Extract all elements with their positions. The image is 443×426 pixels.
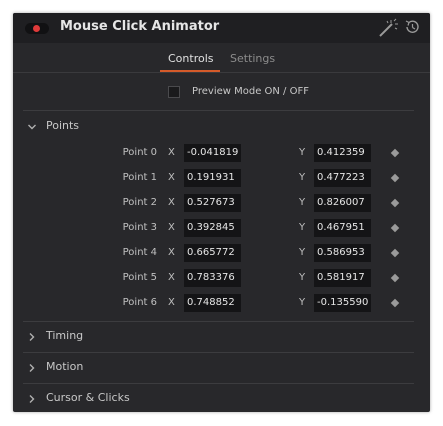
tab-bar: Controls Settings: [13, 47, 430, 73]
point-y-input[interactable]: 0.477223: [314, 169, 371, 187]
y-axis-label: Y: [299, 247, 306, 258]
point-label: Point 1: [122, 172, 157, 183]
point-row: Point 5 X 0.783376 Y 0.581917: [13, 269, 430, 289]
point-row: Point 2 X 0.527673 Y 0.826007: [13, 194, 430, 214]
x-axis-label: X: [168, 222, 175, 233]
section-label-timing: Timing: [46, 329, 84, 342]
section-divider: [23, 383, 414, 384]
x-axis-label: X: [168, 297, 175, 308]
enable-toggle[interactable]: [25, 23, 49, 34]
point-y-input[interactable]: -0.135590: [314, 294, 371, 312]
keyframe-diamond-icon[interactable]: [390, 223, 400, 233]
point-x-input[interactable]: 0.783376: [184, 269, 241, 287]
point-row: Point 1 X 0.191931 Y 0.477223: [13, 169, 430, 189]
point-label: Point 4: [122, 247, 157, 258]
point-y-input[interactable]: 0.586953: [314, 244, 371, 262]
y-axis-label: Y: [299, 272, 306, 283]
point-row: Point 3 X 0.392845 Y 0.467951: [13, 219, 430, 239]
point-label: Point 2: [122, 197, 157, 208]
tab-controls[interactable]: Controls: [168, 52, 214, 65]
point-row: Point 0 X -0.041819 Y 0.412359: [13, 144, 430, 164]
panel-title: Mouse Click Animator: [60, 19, 220, 34]
x-axis-label: X: [168, 172, 175, 183]
reset-icon[interactable]: [404, 18, 420, 36]
enable-indicator-dot: [33, 25, 40, 32]
y-axis-label: Y: [299, 197, 306, 208]
point-y-input[interactable]: 0.826007: [314, 194, 371, 212]
point-x-input[interactable]: 0.527673: [184, 194, 241, 212]
point-label: Point 5: [122, 272, 157, 283]
panel-header: Mouse Click Animator: [13, 13, 430, 43]
keyframe-diamond-icon[interactable]: [390, 148, 400, 158]
section-divider: [23, 352, 414, 353]
keyframe-diamond-icon[interactable]: [390, 273, 400, 283]
point-row: Point 4 X 0.665772 Y 0.586953: [13, 244, 430, 264]
point-label: Point 3: [122, 222, 157, 233]
point-x-input[interactable]: -0.041819: [184, 144, 241, 162]
point-row: Point 6 X 0.748852 Y -0.135590: [13, 294, 430, 314]
point-y-input[interactable]: 0.412359: [314, 144, 371, 162]
section-header-motion[interactable]: Motion: [13, 357, 430, 379]
chevron-down-icon: [28, 124, 36, 130]
chevron-right-icon: [29, 364, 35, 372]
tab-settings[interactable]: Settings: [230, 52, 275, 65]
point-x-input[interactable]: 0.665772: [184, 244, 241, 262]
x-axis-label: X: [168, 197, 175, 208]
keyframe-diamond-icon[interactable]: [390, 248, 400, 258]
x-axis-label: X: [168, 247, 175, 258]
keyframe-diamond-icon[interactable]: [390, 173, 400, 183]
y-axis-label: Y: [299, 147, 306, 158]
chevron-right-icon: [29, 333, 35, 341]
preview-mode-label: Preview Mode ON / OFF: [192, 86, 309, 97]
section-header-timing[interactable]: Timing: [13, 326, 430, 348]
preview-mode-checkbox[interactable]: [168, 86, 180, 98]
point-y-input[interactable]: 0.467951: [314, 219, 371, 237]
y-axis-label: Y: [299, 297, 306, 308]
chevron-right-icon: [29, 395, 35, 403]
section-label-motion: Motion: [46, 360, 84, 373]
x-axis-label: X: [168, 272, 175, 283]
section-label-cursor-clicks: Cursor & Clicks: [46, 391, 130, 404]
magic-wand-icon[interactable]: [377, 18, 399, 38]
point-x-input[interactable]: 0.191931: [184, 169, 241, 187]
point-x-input[interactable]: 0.748852: [184, 294, 241, 312]
tool-panel: Mouse Click Animator Controls Settings P…: [13, 13, 430, 412]
section-header-cursor-clicks[interactable]: Cursor & Clicks: [13, 388, 430, 410]
x-axis-label: X: [168, 147, 175, 158]
y-axis-label: Y: [299, 222, 306, 233]
point-y-input[interactable]: 0.581917: [314, 269, 371, 287]
point-x-input[interactable]: 0.392845: [184, 219, 241, 237]
section-divider: [23, 321, 414, 322]
point-label: Point 0: [122, 147, 157, 158]
section-label-points: Points: [46, 119, 80, 132]
section-divider: [23, 110, 414, 111]
point-label: Point 6: [122, 297, 157, 308]
tabs-divider: [13, 72, 430, 73]
y-axis-label: Y: [299, 172, 306, 183]
keyframe-diamond-icon[interactable]: [390, 198, 400, 208]
keyframe-diamond-icon[interactable]: [390, 298, 400, 308]
section-header-points[interactable]: Points: [13, 116, 430, 138]
